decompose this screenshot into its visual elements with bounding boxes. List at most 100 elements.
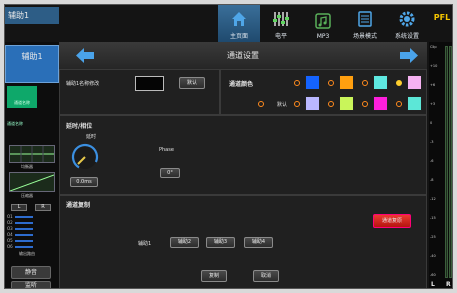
- nav-settings[interactable]: 系统设置: [386, 5, 428, 42]
- route-caption: 输出路由: [19, 251, 35, 256]
- color-label: 通道颜色: [229, 81, 254, 88]
- copy-target-button[interactable]: 辅助4: [244, 237, 273, 248]
- color-swatch[interactable]: [305, 75, 320, 90]
- delay-value[interactable]: 0.0ms: [70, 177, 98, 187]
- meter-r-label: R: [446, 281, 451, 288]
- top-nav: 主页面 电平 MP3 场景模式 系统设置: [218, 5, 428, 42]
- copy-target-button[interactable]: 辅助2: [170, 237, 199, 248]
- color-default-label: 默认: [277, 102, 288, 108]
- color-swatch[interactable]: [407, 96, 422, 111]
- meter-tick-label: +3: [430, 102, 436, 106]
- home-icon: [232, 12, 246, 26]
- channel-tab[interactable]: 辅助1: [5, 7, 59, 24]
- delay-phase-label: 延时/相位: [66, 123, 93, 130]
- mp3-icon: [315, 13, 331, 29]
- phase-value[interactable]: 0°: [160, 168, 180, 178]
- meter-tick-label: Clip: [430, 45, 437, 49]
- cancel-button[interactable]: 取消: [253, 270, 279, 282]
- name-default-button[interactable]: 默认: [179, 77, 205, 89]
- channel-select[interactable]: 辅助1: [5, 45, 59, 83]
- pfl-meter: Clip +10 +6 +3 0 -3 -6 -8 -12 -15 -25 -40 -60 L R: [429, 42, 452, 288]
- left-channel-strip: 辅助1 辅助1 通道名称 通道名称 均衡器 压缩器 L R O1 O2 O3 O…: [5, 7, 59, 288]
- color-radio[interactable]: [294, 80, 300, 86]
- nav-label: MP3: [316, 33, 330, 40]
- meter-tick-label: 0: [430, 121, 433, 125]
- nav-level[interactable]: 电平: [260, 5, 302, 42]
- copy-target-button[interactable]: 辅助3: [206, 237, 235, 248]
- delay-caption: 延时: [86, 134, 97, 140]
- color-swatch[interactable]: [305, 96, 320, 111]
- nav-label: 电平: [274, 33, 287, 40]
- color-radio[interactable]: [328, 101, 334, 107]
- left-button[interactable]: L: [11, 204, 27, 211]
- route-row[interactable]: O6: [7, 244, 33, 249]
- meter-bar-right: [449, 46, 452, 278]
- compressor-label: 压缩器: [21, 193, 33, 198]
- route-label: O3: [7, 226, 13, 231]
- name-label: 辅助1名称修改: [66, 81, 100, 87]
- meter-tick-label: -3: [430, 140, 434, 144]
- route-row[interactable]: O1: [7, 214, 33, 219]
- compressor-curve-icon: [9, 174, 55, 192]
- eq-thumbnail[interactable]: [9, 145, 55, 163]
- nav-mp3[interactable]: MP3: [302, 5, 344, 42]
- compressor-thumbnail[interactable]: [9, 172, 55, 192]
- channel-name-tag: 通道名称: [7, 121, 23, 126]
- delay-knob-icon[interactable]: [70, 142, 100, 172]
- color-radio[interactable]: [328, 80, 334, 86]
- route-row[interactable]: O2: [7, 220, 33, 225]
- meter-tick-label: -15: [430, 216, 436, 220]
- route-row[interactable]: O5: [7, 238, 33, 243]
- color-swatch[interactable]: [407, 75, 422, 90]
- eq-label: 均衡器: [21, 164, 33, 169]
- route-label: O2: [7, 220, 13, 225]
- color-radio[interactable]: [362, 101, 368, 107]
- color-swatch[interactable]: [373, 75, 388, 90]
- color-swatch[interactable]: [339, 96, 354, 111]
- gear-icon: [399, 11, 415, 27]
- page-title: 通道设置: [227, 51, 259, 60]
- eq-curve-icon: [10, 146, 54, 162]
- color-swatch[interactable]: [373, 96, 388, 111]
- pfl-label: PFL: [433, 13, 451, 22]
- nav-home[interactable]: 主页面: [218, 5, 260, 42]
- color-radio[interactable]: [396, 101, 402, 107]
- route-row[interactable]: O3: [7, 226, 33, 231]
- color-radio[interactable]: [362, 80, 368, 86]
- pfl-button[interactable]: 监听: [11, 281, 51, 288]
- meter-tick-label: -8: [430, 178, 434, 182]
- meter-tick-label: -12: [430, 197, 436, 201]
- copy-button[interactable]: 复制: [201, 270, 227, 282]
- nav-label: 主页面: [229, 33, 248, 40]
- color-radio[interactable]: [294, 101, 300, 107]
- page-header: 通道设置: [59, 42, 427, 69]
- arrow-right-icon[interactable]: [399, 47, 419, 64]
- color-radio[interactable]: [258, 101, 264, 107]
- meter-tick-label: -60: [430, 273, 436, 277]
- fader-icon: [273, 12, 289, 26]
- route-row[interactable]: O4: [7, 232, 33, 237]
- route-label: O6: [7, 244, 13, 249]
- meter-scale: Clip +10 +6 +3 0 -3 -6 -8 -12 -15 -25 -40 -60: [430, 45, 444, 277]
- phase-label: Phase: [159, 147, 174, 153]
- color-radio-selected[interactable]: [396, 80, 402, 86]
- nav-label: 场景模式: [352, 33, 377, 40]
- meter-tick-label: +10: [430, 64, 438, 68]
- color-swatch[interactable]: [339, 75, 354, 90]
- mute-button[interactable]: 静音: [11, 266, 51, 279]
- color-panel: 通道颜色 默认: [220, 69, 427, 115]
- meter-tick-label: -25: [430, 235, 436, 239]
- scene-icon: [358, 11, 372, 27]
- name-input[interactable]: [135, 76, 164, 91]
- route-label: O1: [7, 214, 13, 219]
- route-label: O5: [7, 238, 13, 243]
- nav-scene[interactable]: 场景模式: [344, 5, 386, 42]
- channel-reset-button[interactable]: 通道复原: [373, 214, 411, 228]
- channel-name-button[interactable]: 通道名称: [7, 86, 37, 108]
- mixer-screen: 主页面 电平 MP3 场景模式 系统设置 PFL 辅助1 辅助1 通道名称 通道…: [4, 4, 453, 289]
- copy-source-label: 辅助1: [138, 241, 152, 247]
- nav-label: 系统设置: [394, 33, 419, 40]
- right-button[interactable]: R: [35, 204, 51, 211]
- meter-l-label: L: [431, 281, 435, 288]
- meter-bar-left: [445, 46, 448, 278]
